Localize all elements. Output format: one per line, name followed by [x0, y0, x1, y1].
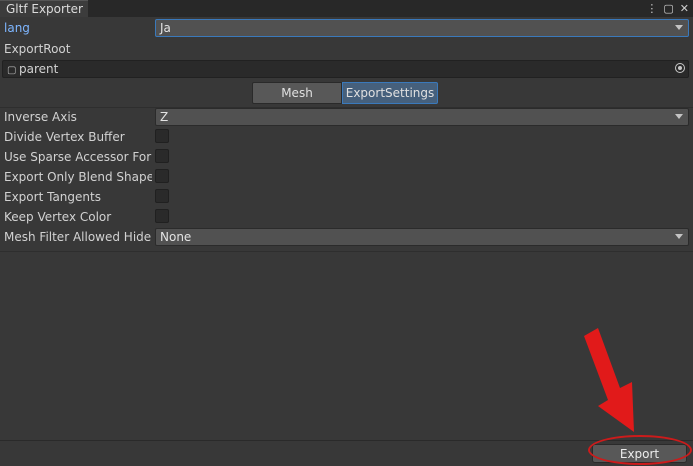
export-highlight-ellipse: [588, 435, 692, 465]
export-tangents-label: Export Tangents: [4, 190, 101, 204]
lang-label: lang: [4, 21, 30, 35]
export-tangents-row: Export Tangents: [0, 188, 693, 207]
window-title: Gltf Exporter: [6, 2, 83, 16]
red-arrow-annotation: [584, 328, 634, 432]
lang-value: Ja: [160, 21, 171, 35]
maximize-icon[interactable]: ▢: [663, 2, 673, 15]
kebab-menu-icon[interactable]: ⋮: [646, 2, 657, 15]
keep-vertex-color-checkbox[interactable]: [155, 209, 169, 223]
tab-mesh[interactable]: Mesh: [252, 82, 342, 104]
mesh-filter-hide-dropdown[interactable]: None: [155, 228, 689, 246]
inverse-axis-value: Z: [160, 110, 169, 124]
export-only-blend-shape-row: Export Only Blend Shape P: [0, 168, 693, 187]
lang-dropdown[interactable]: Ja: [155, 19, 689, 37]
mesh-filter-hide-row: Mesh Filter Allowed Hide F None: [0, 228, 693, 247]
window-titlebar: Gltf Exporter ⋮ ▢ ✕: [0, 0, 693, 17]
use-sparse-accessor-label: Use Sparse Accessor For M: [4, 150, 152, 164]
export-only-blend-shape-label: Export Only Blend Shape P: [4, 170, 152, 184]
mesh-filter-hide-value: None: [160, 230, 192, 244]
window-tab[interactable]: Gltf Exporter: [0, 0, 88, 17]
inverse-axis-dropdown[interactable]: Z: [155, 108, 689, 126]
lang-row: lang Ja: [0, 19, 693, 38]
export-root-row: ▢ parent: [0, 60, 693, 79]
export-only-blend-shape-checkbox[interactable]: [155, 169, 169, 183]
window-controls: ⋮ ▢ ✕: [646, 0, 689, 17]
chevron-down-icon: [675, 114, 683, 119]
settings-toolbar: Mesh ExportSettings: [252, 82, 438, 104]
divide-vertex-buffer-label: Divide Vertex Buffer: [4, 130, 125, 144]
export-tangents-checkbox[interactable]: [155, 189, 169, 203]
chevron-down-icon: [675, 234, 683, 239]
export-root-label: ExportRoot: [4, 42, 71, 56]
tab-export-settings[interactable]: ExportSettings: [342, 82, 438, 104]
keep-vertex-color-row: Keep Vertex Color: [0, 208, 693, 227]
gameobject-cube-icon: ▢: [7, 65, 17, 76]
export-root-label-row: ExportRoot: [0, 40, 693, 59]
object-picker-icon[interactable]: [675, 63, 685, 73]
panel-bottom-divider: [0, 251, 693, 252]
mesh-filter-hide-label: Mesh Filter Allowed Hide F: [4, 230, 152, 244]
chevron-down-icon: [675, 25, 683, 30]
export-root-field[interactable]: ▢ parent: [2, 60, 689, 78]
inverse-axis-label: Inverse Axis: [4, 110, 77, 124]
keep-vertex-color-label: Keep Vertex Color: [4, 210, 112, 224]
use-sparse-accessor-row: Use Sparse Accessor For M: [0, 148, 693, 167]
inverse-axis-row: Inverse Axis Z: [0, 108, 693, 127]
divide-vertex-buffer-row: Divide Vertex Buffer: [0, 128, 693, 147]
close-icon[interactable]: ✕: [680, 2, 689, 15]
use-sparse-accessor-checkbox[interactable]: [155, 149, 169, 163]
divide-vertex-buffer-checkbox[interactable]: [155, 129, 169, 143]
export-root-value: parent: [19, 62, 59, 76]
